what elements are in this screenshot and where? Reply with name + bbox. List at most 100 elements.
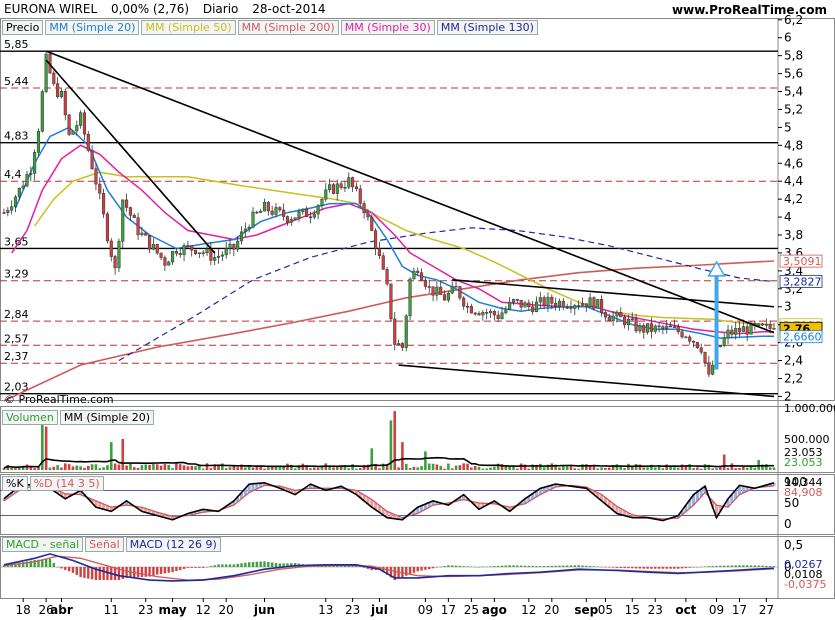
legend-macd-line[interactable]: MACD (12 26 9) [125, 537, 221, 552]
macd-histogram-bar [581, 565, 584, 567]
macd-histogram-bar [539, 566, 542, 567]
price-axis-tick: 4,2 [784, 192, 803, 206]
volume-bar [447, 463, 450, 470]
legend-sma200[interactable]: MM (Simple 200) [237, 20, 339, 35]
legend-volume[interactable]: Volumen [2, 410, 58, 425]
macd-histogram-bar [726, 565, 730, 567]
candle-body [163, 257, 167, 266]
candle-body [672, 326, 676, 328]
macd-histogram-bar [692, 567, 695, 568]
candle-body [745, 326, 749, 335]
macd-histogram-bar [558, 565, 561, 567]
volume-bar [508, 466, 511, 470]
legend-sma50[interactable]: MM (Simple 50) [141, 20, 236, 35]
price-axis-tick: 2,4 [784, 354, 803, 368]
volume-bar [152, 463, 155, 470]
candle-body [94, 168, 98, 185]
volume-bar [14, 468, 17, 470]
macd-histogram-bar [359, 566, 362, 567]
macd-histogram-bar [703, 566, 707, 567]
macd-histogram-bar [263, 561, 266, 567]
candle-body [67, 114, 71, 135]
macd-histogram-bar [217, 564, 220, 567]
volume-bar [347, 468, 351, 470]
macd-histogram-bar [768, 565, 772, 567]
copyright-label: © ProRealTime.com [4, 393, 114, 406]
macd-histogram-bar [546, 565, 550, 567]
candle-body [59, 90, 64, 98]
legend-sma130[interactable]: MM (Simple 130) [436, 20, 538, 35]
macd-histogram-bar [596, 566, 599, 568]
macd-histogram-bar [48, 558, 52, 567]
legend-stoch-k[interactable]: %K [2, 476, 28, 491]
volume-bar [408, 467, 412, 470]
candle-body [144, 232, 148, 236]
candle-body [534, 301, 539, 312]
legend-macd-hist[interactable]: MACD - señal [2, 537, 84, 552]
candle-body [167, 261, 171, 266]
volume-bar [194, 466, 197, 470]
macd-histogram-bar [577, 565, 580, 567]
x-axis-tick: 05 [598, 603, 613, 617]
candle-body [17, 187, 21, 198]
candle-body [531, 306, 535, 312]
legend-stoch-d[interactable]: %D (14 3 5) [29, 476, 104, 491]
candle-body [236, 240, 240, 250]
macd-histogram-bar [236, 563, 239, 567]
volume-bar [458, 465, 462, 470]
volume-bar [144, 464, 148, 470]
candle-body [197, 252, 201, 254]
volume-bar [412, 466, 416, 470]
candle-body [642, 325, 646, 333]
volume-bar [159, 465, 163, 470]
macd-histogram-bar [761, 565, 764, 567]
candle-body [21, 185, 25, 189]
candle-body [377, 248, 381, 256]
macd-histogram-bar [336, 565, 339, 567]
macd-histogram-bar [608, 567, 611, 568]
candle-body [259, 210, 263, 213]
candle-body [159, 252, 163, 258]
candle-body [565, 307, 569, 309]
macd-histogram-bar [554, 565, 557, 567]
trendline [398, 364, 775, 398]
legend-sma30[interactable]: MM (Simple 30) [340, 20, 435, 35]
volume-legend: Volumen MM (Simple 20) [2, 410, 156, 425]
legend-sma20[interactable]: MM (Simple 20) [45, 20, 140, 35]
macd-histogram-bar [255, 561, 259, 567]
legend-volume-sma[interactable]: MM (Simple 20) [59, 410, 155, 425]
macd-axis-tick: 0,5 [784, 538, 803, 552]
volume-bar [753, 467, 757, 470]
volume-bar [125, 465, 128, 470]
x-axis-tick: 12 [196, 603, 211, 617]
volume-bar [236, 467, 239, 470]
candle-body [473, 312, 477, 315]
volume-bar [48, 467, 52, 470]
candle-body [331, 184, 336, 194]
legend-price[interactable]: Precio [2, 20, 44, 35]
level-label: 2,37 [4, 350, 29, 363]
candle-body [151, 244, 155, 250]
legend-macd-signal[interactable]: Señal [85, 537, 124, 552]
volume-bar [454, 465, 458, 470]
candle-body [554, 303, 558, 307]
x-axis-tick: sep [574, 603, 598, 617]
candle-body [458, 286, 462, 299]
candle-body [140, 232, 144, 236]
candle-body [400, 343, 404, 348]
macd-histogram-bar [244, 562, 247, 567]
macd-histogram-bar [420, 567, 423, 571]
candle-body [98, 183, 102, 194]
macd-histogram-bar [669, 567, 672, 569]
macd-histogram-bar [550, 565, 554, 567]
volume-bar [435, 464, 439, 470]
price-axis-tick: 5 [784, 120, 792, 134]
candle-body [216, 255, 221, 258]
volume-bar [312, 467, 316, 470]
volume-bar [67, 464, 71, 470]
macd-histogram-bar [213, 565, 216, 567]
candle-body [435, 286, 439, 296]
volume-bar [493, 466, 496, 470]
site-label[interactable]: www.ProRealTime.com [672, 3, 827, 17]
candle-body [289, 219, 293, 223]
